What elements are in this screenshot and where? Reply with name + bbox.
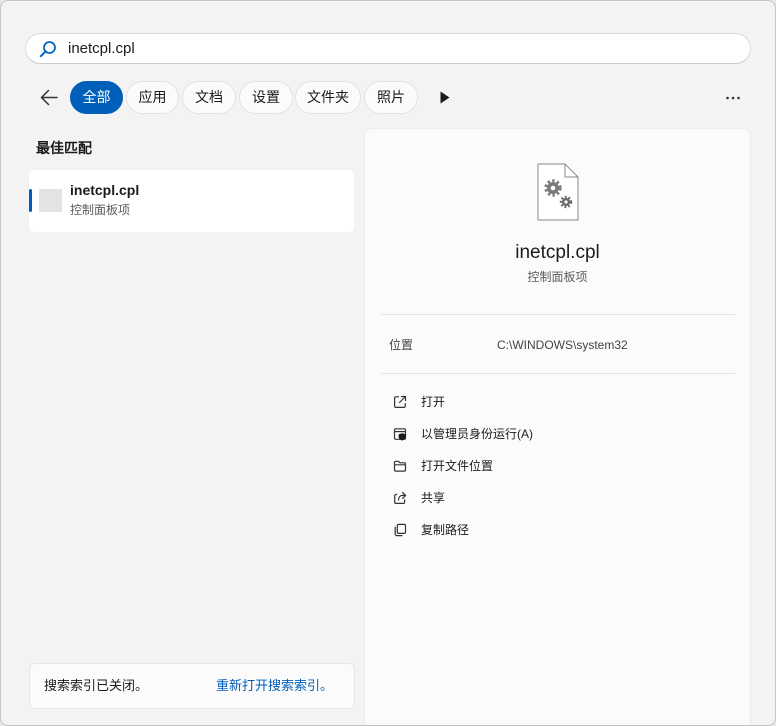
filter-apps[interactable]: 应用 xyxy=(126,81,179,114)
best-match-heading: 最佳匹配 xyxy=(36,140,92,156)
detail-title: inetcpl.cpl xyxy=(515,242,600,263)
location-value: C:\WINDOWS\system32 xyxy=(497,338,628,352)
action-open[interactable]: 打开 xyxy=(381,390,735,414)
filter-all[interactable]: 全部 xyxy=(70,81,123,114)
result-title: inetcpl.cpl xyxy=(70,182,140,198)
action-label: 打开文件位置 xyxy=(421,459,494,473)
action-open-file-location[interactable]: 打开文件位置 xyxy=(381,454,735,478)
filter-photos[interactable]: 照片 xyxy=(364,81,418,114)
detail-panel: inetcpl.cpl 控制面板项 位置 C:\WINDOWS\system32… xyxy=(364,128,751,725)
filter-documents[interactable]: 文档 xyxy=(182,81,236,114)
copy-icon xyxy=(394,523,407,537)
reopen-index-link[interactable]: 重新打开搜索索引。 xyxy=(216,664,333,708)
action-label: 以管理员身份运行(A) xyxy=(421,427,533,441)
run-as-admin-icon xyxy=(393,428,407,441)
divider xyxy=(381,314,735,315)
action-label: 打开 xyxy=(421,395,446,409)
search-window: 全部 应用 文档 设置 文件夹 照片 最佳匹配 inetcpl.cpl 控制面板… xyxy=(0,0,776,726)
more-icon[interactable] xyxy=(725,95,741,101)
action-copy-path[interactable]: 复制路径 xyxy=(381,518,735,542)
search-index-notice: 搜索索引已关闭。 重新打开搜索索引。 xyxy=(29,663,355,709)
share-icon xyxy=(394,491,407,504)
detail-subtitle: 控制面板项 xyxy=(527,270,588,284)
result-subtitle: 控制面板项 xyxy=(70,203,131,217)
divider xyxy=(381,373,735,374)
action-run-as-admin[interactable]: 以管理员身份运行(A) xyxy=(381,422,735,446)
search-input[interactable] xyxy=(68,34,708,63)
action-label: 复制路径 xyxy=(421,523,470,537)
action-share[interactable]: 共享 xyxy=(381,486,735,510)
open-external-icon xyxy=(394,395,407,408)
location-row: 位置 C:\WINDOWS\system32 xyxy=(365,336,750,354)
back-arrow-icon[interactable] xyxy=(39,88,59,107)
control-panel-file-icon xyxy=(537,163,579,221)
search-box[interactable] xyxy=(25,33,751,64)
filter-settings[interactable]: 设置 xyxy=(239,81,293,114)
search-icon xyxy=(39,41,56,58)
selection-indicator xyxy=(29,189,32,212)
index-notice-text: 搜索索引已关闭。 xyxy=(44,678,149,693)
app-placeholder-icon xyxy=(39,189,62,212)
location-label: 位置 xyxy=(389,338,414,352)
best-match-item[interactable]: inetcpl.cpl 控制面板项 xyxy=(29,170,354,232)
play-icon[interactable] xyxy=(440,91,450,104)
folder-icon xyxy=(393,460,407,472)
action-label: 共享 xyxy=(421,491,446,505)
filter-folders[interactable]: 文件夹 xyxy=(295,81,361,114)
